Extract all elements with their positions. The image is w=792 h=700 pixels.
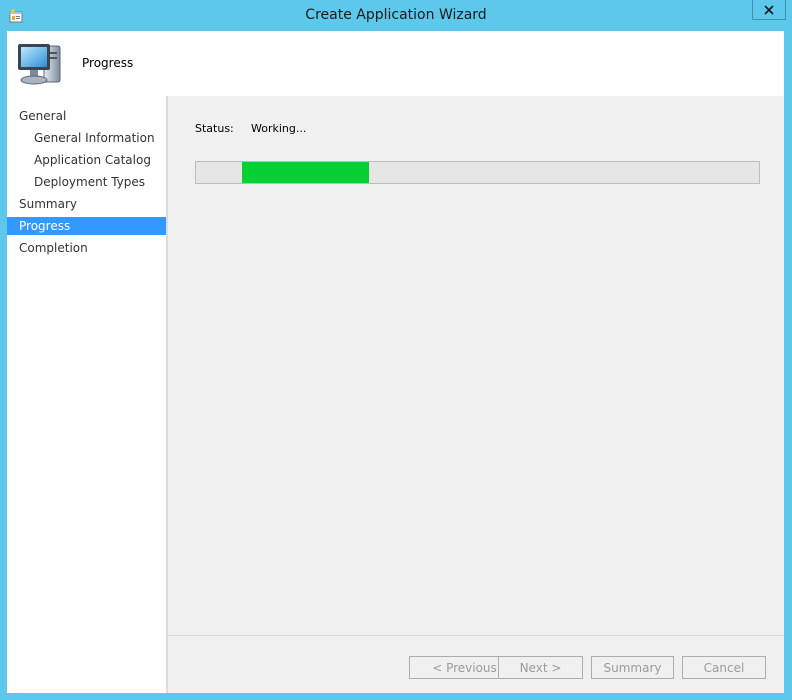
summary-button[interactable]: Summary bbox=[591, 656, 674, 679]
computer-icon bbox=[14, 40, 66, 92]
progress-page: Status: Working... bbox=[168, 96, 784, 693]
sidebar-item-summary[interactable]: Summary bbox=[7, 195, 166, 213]
sidebar-item-deployment-types[interactable]: Deployment Types bbox=[7, 173, 166, 191]
footer-divider bbox=[168, 635, 784, 636]
title-bar[interactable]: Create Application Wizard bbox=[0, 0, 792, 31]
sidebar-item-progress[interactable]: Progress bbox=[7, 217, 166, 235]
progress-bar bbox=[195, 161, 760, 184]
sidebar-item-completion[interactable]: Completion bbox=[7, 239, 166, 257]
status-label: Status: bbox=[195, 122, 234, 135]
close-button[interactable] bbox=[752, 0, 786, 20]
wizard-window: Create Application Wizard Progress Gener… bbox=[0, 0, 792, 700]
page-title: Progress bbox=[82, 56, 134, 70]
status-value: Working... bbox=[251, 122, 307, 135]
sidebar-item-general-information[interactable]: General Information bbox=[7, 129, 166, 147]
window-title: Create Application Wizard bbox=[305, 7, 487, 23]
page-header: Progress bbox=[7, 31, 784, 96]
wizard-steps-sidebar: General General Information Application … bbox=[7, 96, 166, 693]
close-icon bbox=[764, 4, 774, 15]
next-button[interactable]: Next > bbox=[498, 656, 583, 679]
sidebar-item-general[interactable]: General bbox=[7, 107, 166, 125]
sidebar-item-application-catalog[interactable]: Application Catalog bbox=[7, 151, 166, 169]
wizard-client-area: Progress General General Information App… bbox=[7, 31, 784, 693]
progress-bar-fill bbox=[242, 162, 369, 183]
cancel-button[interactable]: Cancel bbox=[682, 656, 766, 679]
